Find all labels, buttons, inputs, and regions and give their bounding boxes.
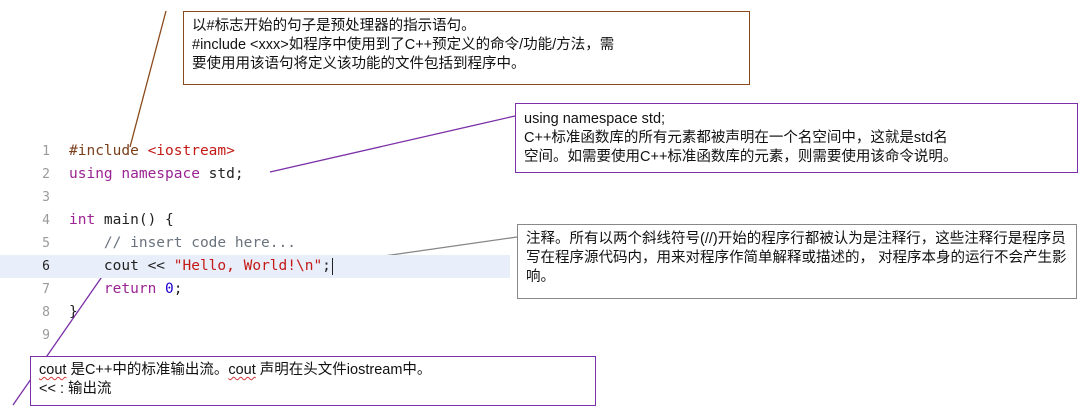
code-token: "Hello, World!\n"	[173, 258, 323, 274]
code-line-2[interactable]: 2 using namespace std;	[0, 163, 510, 186]
code-text: cout << "Hello, World!\n";	[69, 255, 333, 278]
code-token: #include	[69, 143, 148, 159]
code-token: return	[103, 281, 157, 297]
code-token: }	[69, 304, 78, 320]
comment-annotation: 注释。所有以两个斜线符号(//)开始的程序行都被认为是注释行，这些注释行是程序员…	[517, 224, 1077, 299]
cout-annotation-line-1: cout 是C++中的标准输出流。cout 声明在头文件iostream中。	[39, 361, 587, 380]
cout-annotation-header: 声明在头文件iostream中。	[255, 362, 432, 378]
cout-annotation: cout 是C++中的标准输出流。cout 声明在头文件iostream中。 <…	[30, 356, 596, 406]
namespace-annotation-line-2: C++标准函数库的所有元素都被声明在一个名空间中，这就是std名	[524, 130, 948, 146]
code-token: <iostream>	[147, 143, 235, 159]
code-token: ;	[173, 281, 183, 297]
code-line-7[interactable]: 7 return 0;	[0, 278, 510, 301]
code-text: int main() {	[69, 209, 174, 232]
code-token: // insert code here...	[69, 235, 296, 251]
code-token: int	[69, 212, 96, 228]
include-connector	[129, 10, 167, 148]
code-token: 0	[165, 281, 174, 297]
line-number: 4	[42, 213, 50, 228]
cout-annotation-desc: 是C++中的标准输出流。	[66, 362, 229, 378]
code-text: return 0;	[69, 278, 183, 301]
code-text: // insert code here...	[69, 232, 296, 255]
code-token: main() {	[95, 212, 174, 228]
code-text: using namespace std;	[69, 163, 244, 186]
line-number: 7	[42, 282, 50, 297]
code-line-8[interactable]: 8}	[0, 301, 510, 324]
code-line-6[interactable]: 6 cout << "Hello, World!\n";	[0, 255, 510, 278]
code-editor[interactable]: 1 #include <iostream> 2 using namespace std…	[0, 140, 510, 347]
code-line-9[interactable]: 9	[0, 324, 510, 347]
line-number: 5	[42, 236, 50, 251]
line-number: 2	[42, 167, 50, 182]
line-number: 8	[42, 305, 50, 320]
line-number: 9	[42, 328, 50, 343]
comment-annotation-text: 注释。所有以两个斜线符号(//)开始的程序行都被认为是注释行，这些注释行是程序员…	[526, 231, 1067, 285]
line-number: 6	[42, 259, 50, 274]
code-token: cout <<	[69, 258, 174, 274]
include-annotation: 以#标志开始的句子是预处理器的指示语句。 #include <xxx>如程序中使…	[183, 11, 750, 85]
code-token: std;	[199, 166, 244, 182]
code-line-3[interactable]: 3	[0, 186, 510, 209]
namespace-annotation: using namespace std; C++标准函数库的所有元素都被声明在一…	[515, 103, 1078, 173]
code-line-4[interactable]: 4 int main() {	[0, 209, 510, 232]
include-annotation-line-3: 要使用用该语句将定义该功能的文件包括到程序中。	[192, 56, 526, 72]
cout-word: cout	[39, 362, 67, 378]
include-annotation-line-1: 以#标志开始的句子是预处理器的指示语句。	[192, 18, 476, 34]
line-number: 3	[42, 190, 50, 205]
code-token: ;	[322, 258, 331, 274]
text-cursor	[331, 257, 333, 275]
code-token: using namespace	[69, 166, 200, 182]
include-annotation-line-2: #include <xxx>如程序中使用到了C++预定义的命令/功能/方法，需	[192, 37, 615, 53]
code-text: #include <iostream>	[69, 140, 235, 163]
cout-annotation-line-2: << : 输出流	[39, 381, 112, 397]
namespace-annotation-line-3: 空间。如需要使用C++标准函数库的元素，则需要使用该命令说明。	[524, 149, 958, 165]
namespace-annotation-line-1: using namespace std;	[524, 111, 666, 127]
code-text: }	[69, 301, 78, 324]
line-number: 1	[42, 144, 50, 159]
cout-word-2: cout	[228, 362, 256, 378]
code-line-5[interactable]: 5 // insert code here...	[0, 232, 510, 255]
code-line-1[interactable]: 1 #include <iostream>	[0, 140, 510, 163]
